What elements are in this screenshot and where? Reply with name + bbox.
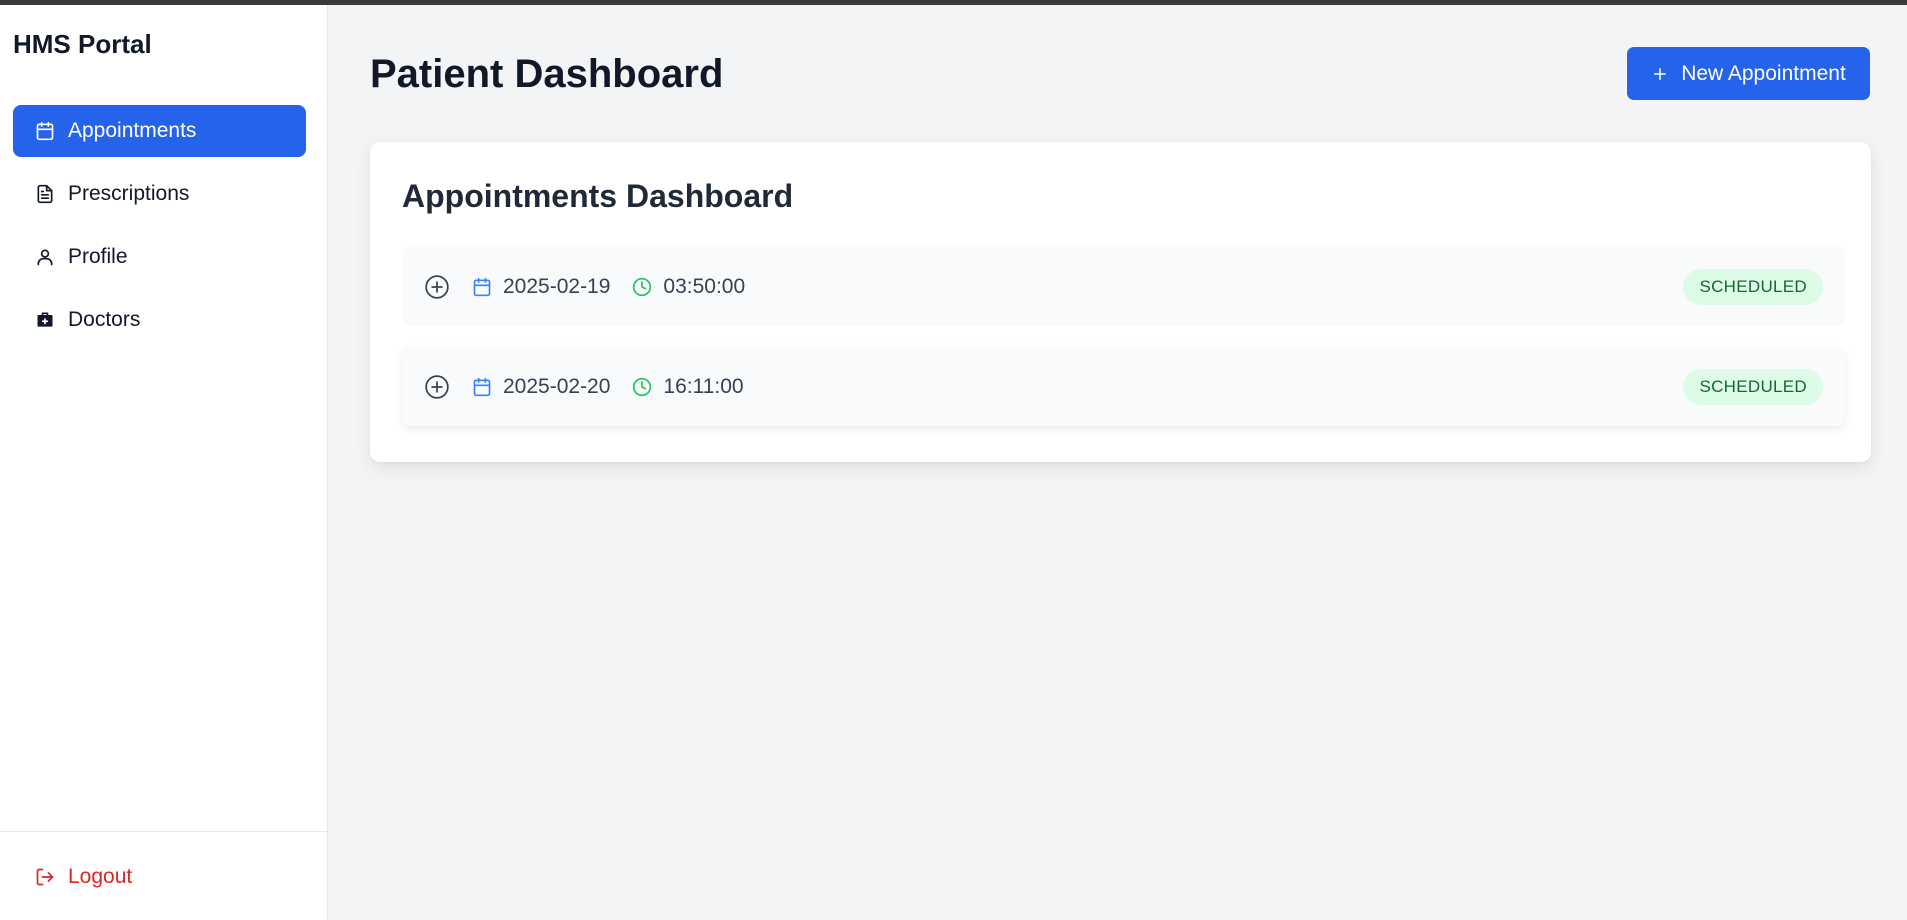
appointment-time: 03:50:00 bbox=[663, 274, 746, 298]
plus-icon bbox=[1651, 65, 1669, 83]
appointments-title: Appointments Dashboard bbox=[402, 178, 794, 214]
clock-icon bbox=[632, 277, 652, 297]
sidebar-item-label: Prescriptions bbox=[68, 182, 190, 205]
sidebar-item-prescriptions[interactable]: Prescriptions bbox=[13, 168, 306, 220]
status-badge: SCHEDULED bbox=[1683, 368, 1823, 405]
sidebar-item-profile[interactable]: Profile bbox=[13, 231, 306, 283]
appointment-date: 2025-02-19 bbox=[503, 274, 611, 298]
medical-bag-icon bbox=[35, 310, 55, 330]
clock-icon bbox=[632, 377, 652, 397]
logout-button[interactable]: Logout bbox=[35, 865, 132, 889]
appointment-row[interactable]: 2025-02-19 03:50:00 SCHEDULED bbox=[402, 247, 1845, 326]
page-title: Patient Dashboard bbox=[370, 52, 724, 96]
brand-title: HMS Portal bbox=[13, 29, 152, 59]
new-appointment-button[interactable]: New Appointment bbox=[1627, 47, 1870, 100]
user-icon bbox=[35, 247, 55, 267]
sidebar: HMS Portal Appointments Prescriptions Pr… bbox=[0, 5, 328, 920]
calendar-icon bbox=[35, 121, 55, 141]
appointment-date: 2025-02-20 bbox=[503, 374, 611, 398]
document-icon bbox=[35, 184, 55, 204]
expand-plus-circle-icon[interactable] bbox=[424, 274, 450, 300]
appointments-card: Appointments Dashboard 2025-02-19 03:50:… bbox=[370, 142, 1871, 462]
calendar-icon bbox=[472, 277, 492, 297]
sidebar-item-label: Profile bbox=[68, 245, 128, 268]
appointment-row[interactable]: 2025-02-20 16:11:00 SCHEDULED bbox=[402, 347, 1845, 426]
status-badge: SCHEDULED bbox=[1683, 268, 1823, 305]
appointment-time: 16:11:00 bbox=[663, 374, 744, 398]
logout-icon bbox=[35, 867, 55, 887]
logout-label: Logout bbox=[68, 865, 133, 888]
sidebar-item-label: Doctors bbox=[68, 308, 141, 331]
sidebar-item-appointments[interactable]: Appointments bbox=[13, 105, 306, 157]
sidebar-item-doctors[interactable]: Doctors bbox=[13, 294, 306, 346]
sidebar-item-label: Appointments bbox=[68, 119, 197, 142]
sidebar-footer: Logout bbox=[0, 831, 327, 920]
new-appointment-label: New Appointment bbox=[1681, 61, 1846, 85]
sidebar-nav: Appointments Prescriptions Profile Docto… bbox=[13, 105, 306, 357]
main-content: Patient Dashboard New Appointment Appoin… bbox=[329, 5, 1907, 920]
calendar-icon bbox=[472, 377, 492, 397]
expand-plus-circle-icon[interactable] bbox=[424, 374, 450, 400]
